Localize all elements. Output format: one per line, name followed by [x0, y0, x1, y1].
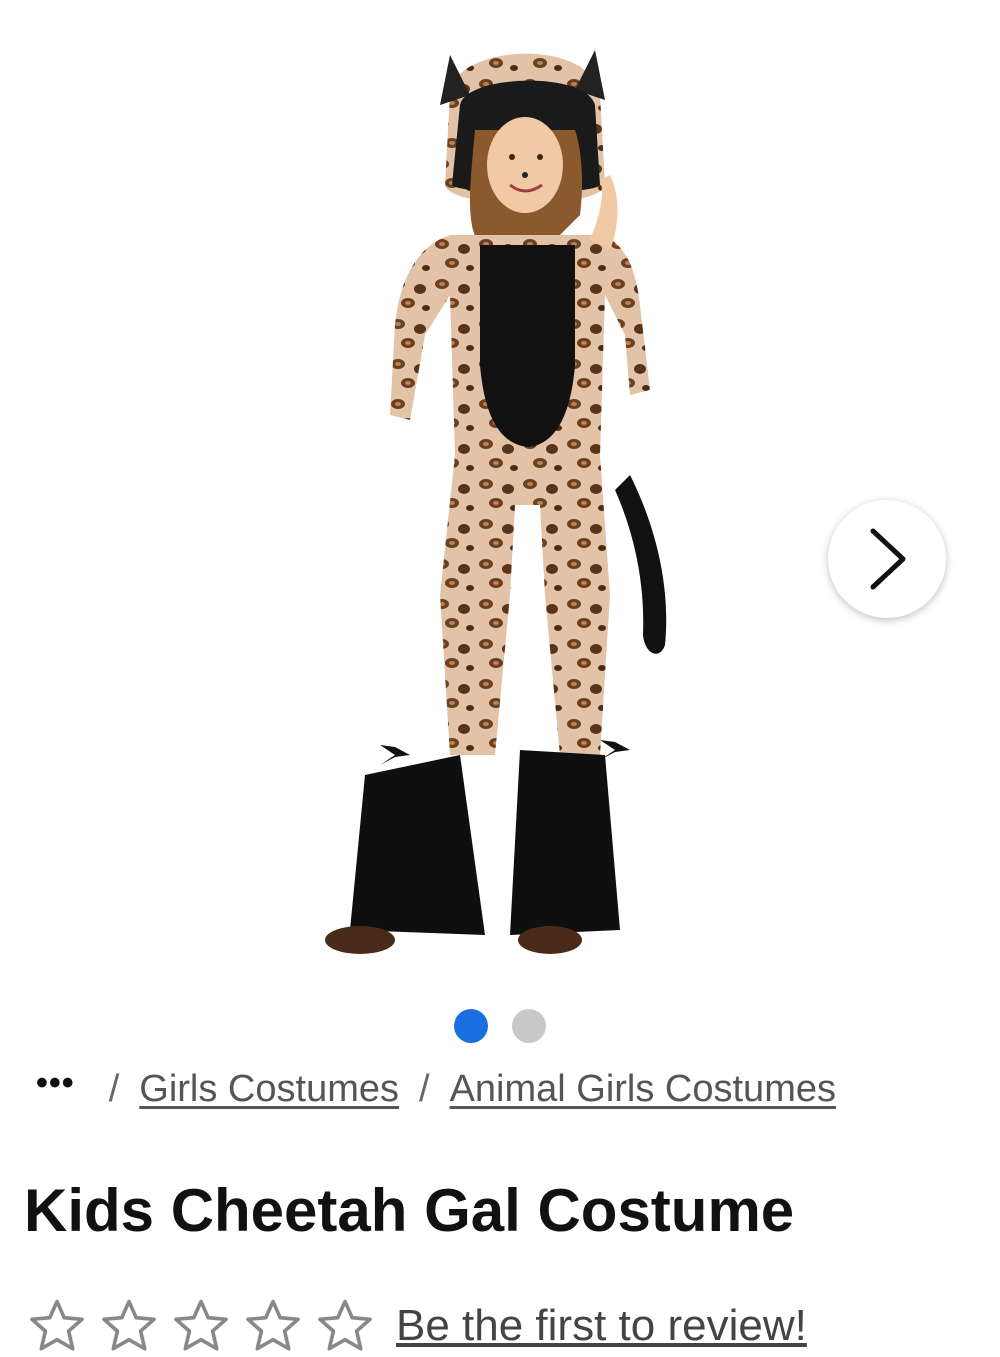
star-rating[interactable] — [26, 1295, 376, 1357]
chevron-right-icon — [870, 528, 906, 590]
product-title: Kids Cheetah Gal Costume — [24, 1177, 795, 1244]
breadcrumb: ••• / Girls Costumes / Animal Girls Cost… — [36, 1064, 980, 1114]
image-pagination-dots — [0, 1008, 1000, 1044]
breadcrumb-ellipsis[interactable]: ••• — [36, 1064, 75, 1103]
write-review-link[interactable]: Be the first to review! — [396, 1301, 807, 1351]
breadcrumb-link-girls-costumes[interactable]: Girls Costumes — [139, 1068, 399, 1111]
next-image-button[interactable] — [828, 500, 946, 618]
product-image-gallery — [0, 0, 1000, 990]
pagination-dot-1[interactable] — [454, 1009, 488, 1043]
pagination-dot-2[interactable] — [512, 1009, 546, 1043]
star-outline-icon — [318, 1299, 372, 1351]
product-image — [325, 50, 667, 954]
breadcrumb-link-animal-girls-costumes[interactable]: Animal Girls Costumes — [450, 1068, 836, 1111]
star-outline-icon — [174, 1299, 228, 1351]
breadcrumb-separator: / — [419, 1067, 430, 1110]
star-outline-icon — [246, 1299, 300, 1351]
rating-row: Be the first to review! — [26, 1296, 807, 1356]
breadcrumb-separator: / — [108, 1067, 120, 1110]
star-outline-icon — [102, 1299, 156, 1351]
star-outline-icon — [30, 1299, 84, 1351]
